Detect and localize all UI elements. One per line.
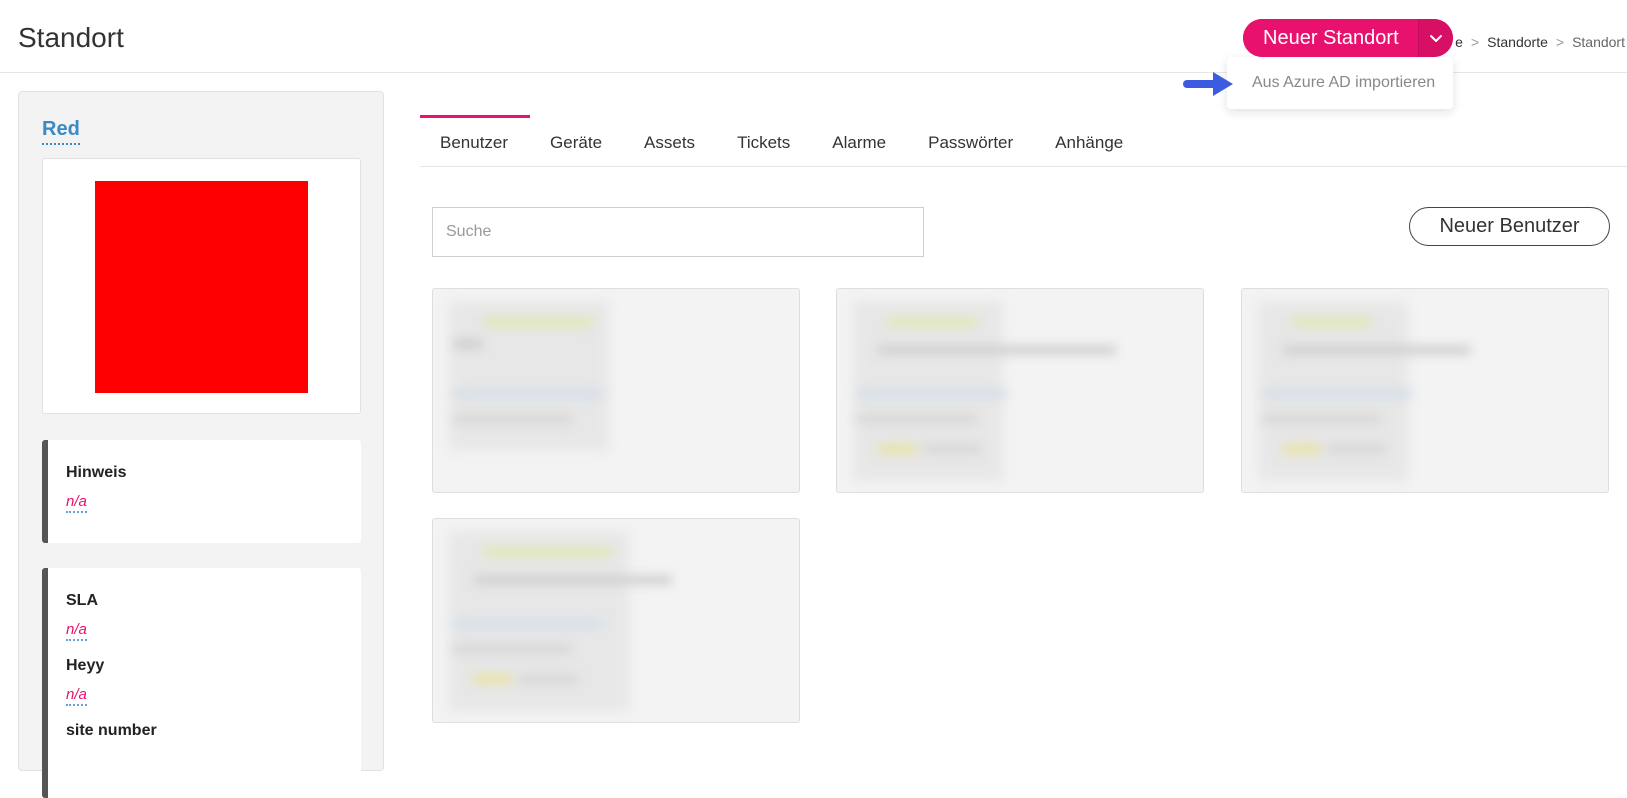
tab-assets[interactable]: Assets [624,115,717,166]
site-sidebar: Red Hinweis n/a SLA n/a Heyy n/a site nu… [18,91,384,798]
site-tabs: Benutzer Geräte Assets Tickets Alarme Pa… [420,115,1627,167]
blurred-content [453,644,573,654]
blurred-content [473,575,673,585]
split-button-dropdown-menu: Aus Azure AD importieren [1227,57,1453,109]
breadcrumb-standorte[interactable]: Standorte [1487,34,1548,50]
heyy-label: Heyy [66,657,105,674]
note-value[interactable]: n/a [66,493,87,513]
blurred-content [1282,345,1472,355]
blurred-content [1262,414,1382,424]
tab-anhaenge[interactable]: Anhänge [1035,115,1145,166]
blurred-content [1262,389,1412,399]
blurred-content [857,414,977,424]
tab-tickets[interactable]: Tickets [717,115,812,166]
chevron-down-icon [1429,35,1442,42]
breadcrumb-home[interactable]: e [1455,34,1463,50]
tab-alarme[interactable]: Alarme [812,115,908,166]
breadcrumb-separator: > [1555,34,1565,50]
blurred-content [857,389,1007,399]
site-number-label: site number [66,722,157,739]
blurred-content [1327,444,1387,454]
site-image [95,181,308,393]
import-azure-ad-menu-item[interactable]: Aus Azure AD importieren [1252,74,1435,92]
note-label: Hinweis [66,464,127,481]
blurred-content [518,674,578,684]
sla-label: SLA [66,592,98,609]
user-card[interactable] [432,518,800,723]
dropdown-toggle-button[interactable] [1418,19,1453,57]
tab-geraete[interactable]: Geräte [530,115,624,166]
blurred-content [1292,317,1372,327]
blurred-content [483,317,593,327]
blurred-content [483,547,613,557]
blurred-content [453,389,603,399]
breadcrumb: e > Standorte > Standort [1455,34,1625,50]
blurred-content [453,414,573,424]
new-user-button[interactable]: Neuer Benutzer [1409,207,1610,246]
blurred-content [453,339,483,349]
custom-fields-card: SLA n/a Heyy n/a site number [42,568,361,798]
search-input[interactable] [432,207,924,257]
new-site-button[interactable]: Neuer Standort [1243,19,1419,57]
sla-value[interactable]: n/a [66,621,87,641]
blurred-content [922,444,982,454]
site-name-link[interactable]: Red [42,118,80,145]
breadcrumb-current: Standort [1572,34,1625,50]
tab-benutzer[interactable]: Benutzer [420,115,531,166]
blurred-content [877,444,917,454]
site-image-card [42,158,361,414]
blurred-content [453,619,603,629]
note-card: Hinweis n/a [42,440,361,543]
blurred-content [1282,444,1322,454]
page-title: Standort [18,22,124,53]
new-site-split-button: Neuer Standort [1243,19,1453,57]
arrow-right-icon [1183,72,1233,96]
user-card[interactable] [836,288,1204,493]
breadcrumb-separator: > [1470,34,1480,50]
blurred-content [887,317,977,327]
heyy-value[interactable]: n/a [66,686,87,706]
user-card[interactable] [432,288,800,493]
blurred-content [877,345,1117,355]
user-card[interactable] [1241,288,1609,493]
tab-passwoerter[interactable]: Passwörter [908,115,1035,166]
blurred-content [473,674,513,684]
